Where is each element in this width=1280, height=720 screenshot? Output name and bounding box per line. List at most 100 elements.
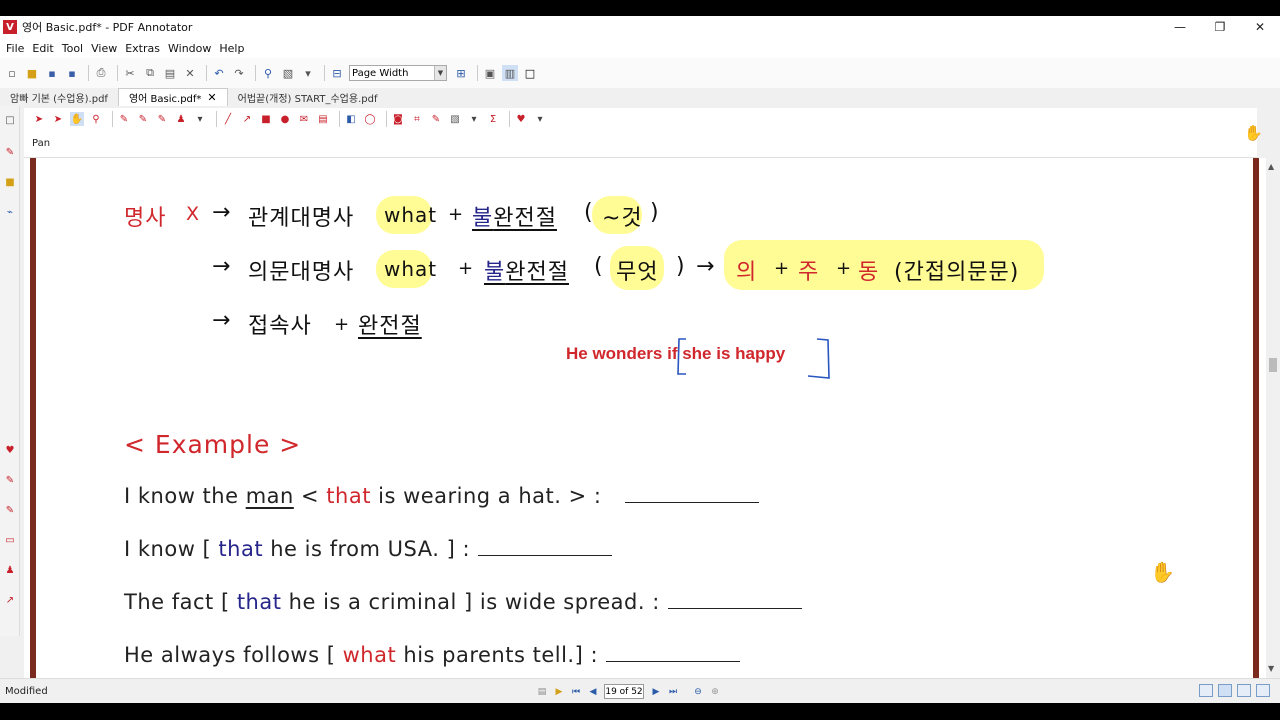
crop-icon[interactable]: ⌗	[410, 112, 424, 126]
scroll-down-icon[interactable]: ▼	[1268, 664, 1274, 673]
favorites-icon[interactable]: ♥	[4, 444, 16, 456]
menu-help[interactable]: Help	[219, 42, 244, 55]
maximize-button[interactable]: ❐	[1200, 16, 1240, 38]
example-text: I know [	[124, 537, 219, 561]
next-page-icon[interactable]: ▶	[650, 686, 662, 698]
lock-icon[interactable]: ▤	[316, 112, 330, 126]
text-tool-icon[interactable]: ✎	[155, 112, 169, 126]
document-view[interactable]: 명사 X → 관계대명사 what + 불완전절 ( ~것 ) → 의문대명사 …	[24, 158, 1266, 678]
answer-blank[interactable]	[667, 591, 802, 609]
attachment-icon[interactable]: ⌁	[4, 206, 16, 218]
sum-icon[interactable]: Σ	[486, 112, 500, 126]
copy-icon[interactable]: ⧉	[142, 65, 158, 81]
previous-page-icon[interactable]: ◀	[587, 686, 599, 698]
menu-file[interactable]: File	[6, 42, 24, 55]
save-icon[interactable]: ▪	[44, 65, 60, 81]
tab-english-basic[interactable]: 영어 Basic.pdf* ✕	[117, 88, 228, 106]
stamp-tool-icon[interactable]: ♟	[174, 112, 188, 126]
open-folder-icon[interactable]: ■	[24, 65, 40, 81]
fit-page-icon[interactable]: ▣	[482, 65, 498, 81]
answer-blank[interactable]	[606, 644, 741, 662]
new-document-icon[interactable]: ▫	[4, 65, 20, 81]
example-sentence-1: I know the man < that is wearing a hat. …	[124, 484, 760, 508]
answer-blank[interactable]	[625, 485, 760, 503]
tab-label: 암빠 기본 (수업용).pdf	[10, 93, 108, 105]
first-page-icon[interactable]: ⏮	[570, 686, 582, 698]
redo-icon[interactable]: ↷	[231, 65, 247, 81]
lasso-icon[interactable]: ◯	[363, 112, 377, 126]
envelope-icon[interactable]: ✉	[297, 112, 311, 126]
page-border-left	[30, 158, 36, 678]
menu-edit[interactable]: Edit	[32, 42, 53, 55]
menu-window[interactable]: Window	[168, 42, 211, 55]
undo-icon[interactable]: ↶	[211, 65, 227, 81]
fit-width-icon[interactable]: ▥	[502, 65, 518, 81]
magnifier-icon[interactable]: ⚲	[89, 112, 103, 126]
conjunction-term: 접속사	[248, 314, 312, 339]
page-thumbnails-icon[interactable]: ▤	[536, 686, 548, 698]
ruler-icon[interactable]: ✎	[429, 112, 443, 126]
go-to-page-icon[interactable]: ▶	[553, 686, 565, 698]
heart-favorites-icon[interactable]: ♥	[514, 112, 528, 126]
close-tab-icon[interactable]: ✕	[207, 91, 216, 104]
print-icon[interactable]: ⎙	[93, 65, 109, 81]
answer-blank[interactable]	[478, 538, 613, 556]
zoom-out-icon[interactable]: ⊟	[329, 65, 345, 81]
scroll-thumb[interactable]	[1269, 358, 1277, 372]
select-arrow-icon[interactable]: ➤	[32, 112, 46, 126]
eraser-icon[interactable]: ◧	[344, 112, 358, 126]
continuous-view-icon[interactable]	[1218, 684, 1232, 697]
paren-close: )	[676, 254, 686, 279]
pan-hand-icon[interactable]: ✋	[70, 112, 84, 126]
right-bracket	[807, 338, 830, 379]
rectangle-tool-icon[interactable]: ■	[259, 112, 273, 126]
dropdown-arrow-icon[interactable]: ▾	[467, 112, 481, 126]
image-insert-icon[interactable]: ▧	[448, 112, 462, 126]
marker-tool-icon[interactable]: ✎	[136, 112, 150, 126]
select-text-icon[interactable]: ➤	[51, 112, 65, 126]
image-icon[interactable]: ▭	[4, 534, 16, 546]
highlighter-icon[interactable]: ✎	[4, 504, 16, 516]
cut-icon[interactable]: ✂	[122, 65, 138, 81]
back-icon[interactable]: ⊖	[692, 686, 704, 698]
delete-icon[interactable]: ✕	[182, 65, 198, 81]
stamp-icon[interactable]: ♟	[4, 564, 16, 576]
zoom-in-icon[interactable]: ⊞	[453, 65, 469, 81]
dropdown-arrow-icon[interactable]: ▾	[533, 112, 547, 126]
fullscreen-icon[interactable]: □	[522, 65, 538, 81]
forward-icon[interactable]: ⊕	[709, 686, 721, 698]
menu-view[interactable]: View	[91, 42, 117, 55]
dropdown-arrow-icon[interactable]: ▾	[300, 65, 316, 81]
what-word: what	[384, 203, 438, 227]
dropdown-arrow-icon[interactable]: ▾	[193, 112, 207, 126]
menu-tool[interactable]: Tool	[62, 42, 83, 55]
tab-grammar-start[interactable]: 어법끝(개정) START_수업용.pdf	[228, 88, 388, 106]
clause-word: 완전절	[493, 206, 557, 231]
vertical-scrollbar[interactable]: ▲ ▼	[1266, 158, 1280, 678]
arrow-line-icon[interactable]: ↗	[240, 112, 254, 126]
ellipse-tool-icon[interactable]: ●	[278, 112, 292, 126]
page-number-field[interactable]: 19 of 52	[604, 684, 644, 699]
scroll-up-icon[interactable]: ▲	[1268, 162, 1274, 171]
last-page-icon[interactable]: ⏭	[667, 686, 679, 698]
single-page-view-icon[interactable]	[1199, 684, 1213, 697]
two-page-continuous-view-icon[interactable]	[1256, 684, 1270, 697]
paste-icon[interactable]: ▤	[162, 65, 178, 81]
find-icon[interactable]: ⚲	[260, 65, 276, 81]
tab-amppa-basic[interactable]: 암빠 기본 (수업용).pdf	[0, 88, 118, 106]
marker-icon[interactable]: ✎	[4, 474, 16, 486]
pen-tool-icon[interactable]: ✎	[117, 112, 131, 126]
close-button[interactable]: ✕	[1240, 16, 1280, 38]
page-setup-icon[interactable]: ▧	[280, 65, 296, 81]
save-as-icon[interactable]: ▪	[64, 65, 80, 81]
zoom-select[interactable]: Page Width ▼	[349, 65, 447, 81]
pen-icon[interactable]: ✎	[4, 146, 16, 158]
menu-extras[interactable]: Extras	[125, 42, 160, 55]
two-page-view-icon[interactable]	[1237, 684, 1251, 697]
minimize-button[interactable]: —	[1160, 16, 1200, 38]
line-tool-icon[interactable]: ╱	[221, 112, 235, 126]
camera-icon[interactable]: ◙	[391, 112, 405, 126]
arrow-tool-icon[interactable]: ↗	[4, 594, 16, 606]
page-icon[interactable]: □	[4, 114, 16, 126]
folder-icon[interactable]: ■	[4, 176, 16, 188]
